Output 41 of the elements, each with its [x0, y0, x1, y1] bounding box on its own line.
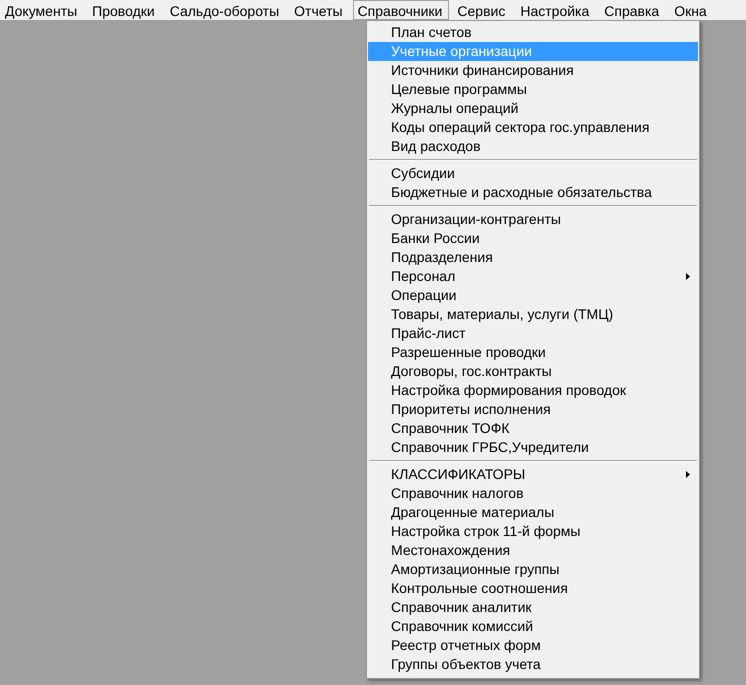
- menu-item[interactable]: План счетов: [368, 23, 698, 42]
- menu-item[interactable]: Товары, материалы, услуги (ТМЦ): [368, 305, 698, 324]
- menu-item[interactable]: Справочник ТОФК: [368, 419, 698, 438]
- menu-bar-item[interactable]: Окна: [669, 0, 714, 20]
- menu-item[interactable]: Амортизационные группы: [368, 560, 698, 579]
- menu-bar-item[interactable]: Настройка: [515, 0, 596, 20]
- menu-item[interactable]: Персонал: [368, 267, 698, 286]
- menu-item[interactable]: Настройка формирования проводок: [368, 381, 698, 400]
- menu-item[interactable]: Местонахождения: [368, 541, 698, 560]
- menu-bar-item[interactable]: Сервис: [452, 0, 512, 20]
- menu-bar-item[interactable]: Справка: [599, 0, 666, 20]
- menu-item[interactable]: Группы объектов учета: [368, 655, 698, 674]
- menu-item[interactable]: Субсидии: [368, 164, 698, 183]
- menu-item[interactable]: Журналы операций: [368, 99, 698, 118]
- menu-item[interactable]: Целевые программы: [368, 80, 698, 99]
- menu-item[interactable]: Справочник ГРБС,Учредители: [368, 438, 698, 457]
- menu-item[interactable]: Драгоценные материалы: [368, 503, 698, 522]
- menu-bar-item[interactable]: Отчеты: [289, 0, 350, 20]
- menu-item[interactable]: Источники финансирования: [368, 61, 698, 80]
- menu-item[interactable]: Разрешенные проводки: [368, 343, 698, 362]
- menu-item[interactable]: Справочник аналитик: [368, 598, 698, 617]
- menu-item[interactable]: Приоритеты исполнения: [368, 400, 698, 419]
- menu-bar-item[interactable]: Документы: [0, 0, 84, 20]
- menu-bar-item[interactable]: Проводки: [87, 0, 162, 20]
- menu-item[interactable]: Настройка строк 11-й формы: [368, 522, 698, 541]
- menu-item[interactable]: Организации-контрагенты: [368, 210, 698, 229]
- menu-item[interactable]: Контрольные соотношения: [368, 579, 698, 598]
- menu-bar-item[interactable]: Справочники: [352, 0, 450, 20]
- menu-item[interactable]: Реестр отчетных форм: [368, 636, 698, 655]
- menu-item[interactable]: Вид расходов: [368, 137, 698, 156]
- menu-item[interactable]: Коды операций сектора гос.управления: [368, 118, 698, 137]
- menu-item[interactable]: Операции: [368, 286, 698, 305]
- menu-item[interactable]: Прайс-лист: [368, 324, 698, 343]
- menu-item[interactable]: Справочник комиссий: [368, 617, 698, 636]
- menu-item[interactable]: Банки России: [368, 229, 698, 248]
- menu-bar-item[interactable]: Сальдо-обороты: [164, 0, 286, 20]
- menu-item[interactable]: Бюджетные и расходные обязательства: [368, 183, 698, 202]
- menu-item[interactable]: Справочник налогов: [368, 484, 698, 503]
- menu-item[interactable]: КЛАССИФИКАТОРЫ: [368, 465, 698, 484]
- menu-item[interactable]: Договоры, гос.контракты: [368, 362, 698, 381]
- menu-item[interactable]: Подразделения: [368, 248, 698, 267]
